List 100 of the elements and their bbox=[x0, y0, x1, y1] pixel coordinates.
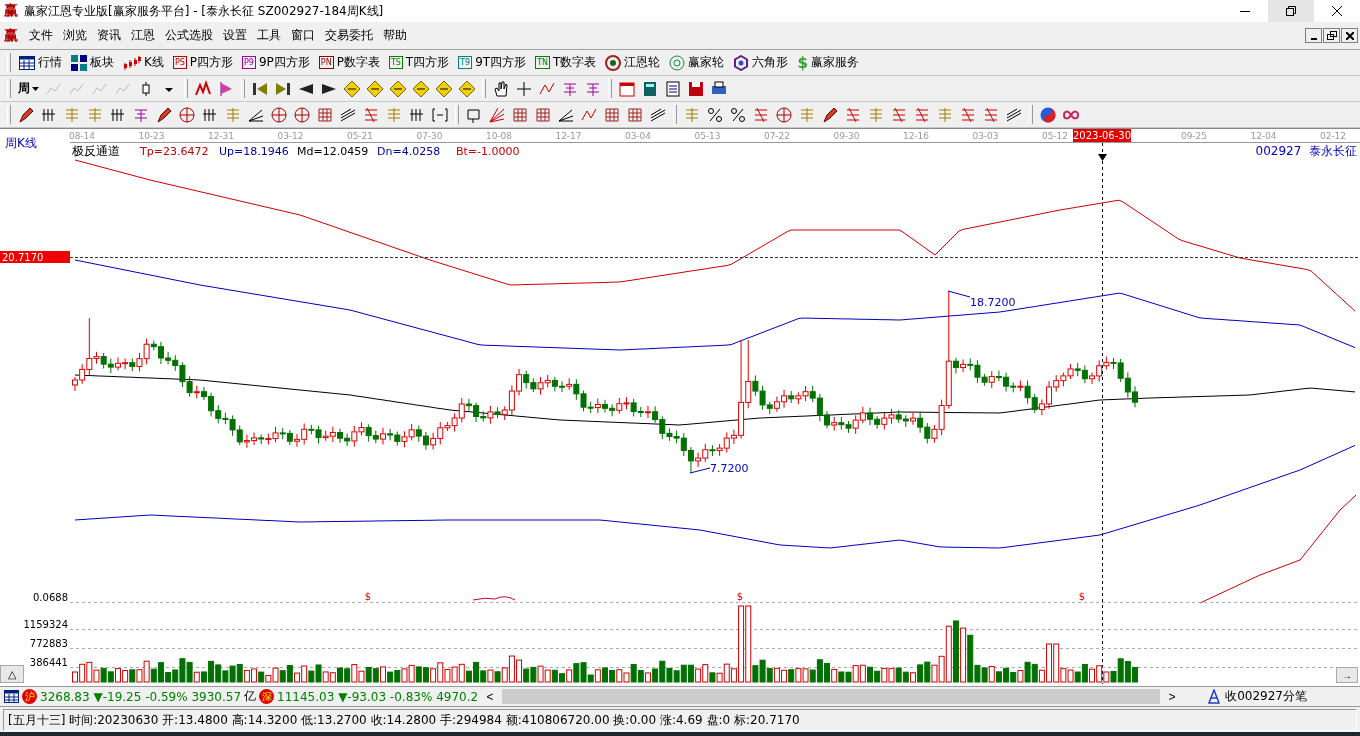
wheel-icon bbox=[669, 54, 686, 71]
toolbar-button[interactable]: TS T四方形 bbox=[384, 51, 454, 74]
menu-item[interactable]: 设置 bbox=[218, 27, 252, 44]
restore-icon bbox=[1286, 6, 1296, 16]
striped-lines-icon[interactable] bbox=[844, 105, 862, 124]
pen-icon[interactable] bbox=[155, 105, 173, 124]
indicator-value: Md=12.0459 bbox=[297, 145, 369, 158]
menu-item[interactable]: 资讯 bbox=[92, 27, 126, 44]
panel-label: 周K线 bbox=[5, 136, 37, 150]
diamond-arrow-icon[interactable] bbox=[366, 79, 384, 98]
grid-icon[interactable] bbox=[626, 105, 644, 124]
date-label: 10-08 bbox=[485, 131, 513, 141]
striped-lines-icon[interactable] bbox=[890, 105, 908, 124]
diamond-arrow-icon[interactable] bbox=[435, 79, 453, 98]
scrollbar-track[interactable] bbox=[502, 689, 1161, 704]
hand-icon[interactable] bbox=[492, 79, 510, 98]
menu-item[interactable]: 浏览 bbox=[58, 27, 92, 44]
menu-item[interactable]: 交易委托 bbox=[320, 27, 378, 44]
date-label: 07-22 bbox=[763, 131, 791, 141]
diamond-arrow-icon[interactable] bbox=[412, 79, 430, 98]
menu-item[interactable]: 江恩 bbox=[126, 27, 160, 44]
toolbar-button[interactable]: K线 bbox=[119, 51, 168, 74]
grid-icon[interactable] bbox=[316, 105, 334, 124]
close-button[interactable] bbox=[1341, 28, 1358, 43]
date-label: 09-25 bbox=[1180, 131, 1208, 141]
bracket-icon[interactable] bbox=[431, 105, 449, 124]
yin-yang-icon[interactable] bbox=[1039, 105, 1057, 124]
pen-icon[interactable] bbox=[821, 105, 839, 124]
percent-icon[interactable] bbox=[729, 105, 747, 124]
calendar-icon[interactable] bbox=[618, 79, 636, 98]
toolbar-button[interactable]: PN P数字表 bbox=[314, 51, 384, 74]
price-marker: 20.7170 bbox=[0, 251, 70, 263]
menu-item[interactable]: 文件 bbox=[24, 27, 58, 44]
blocks-icon bbox=[71, 54, 87, 71]
period-dropdown[interactable]: 周 bbox=[15, 80, 42, 97]
diamond-arrow-icon[interactable] bbox=[389, 79, 407, 98]
toolbar-button[interactable]: TN T数字表 bbox=[531, 51, 601, 74]
signal-mark: $ bbox=[1078, 591, 1086, 602]
grid-icon[interactable] bbox=[511, 105, 529, 124]
cursor-arrow-icon bbox=[1098, 154, 1107, 161]
date-label: 03-12 bbox=[277, 131, 304, 141]
signal-curve bbox=[472, 596, 516, 601]
candles-icon bbox=[123, 54, 141, 71]
chart-icon[interactable] bbox=[194, 79, 212, 98]
menu-item[interactable]: 工具 bbox=[252, 27, 286, 44]
striped-lines-icon[interactable] bbox=[982, 105, 1000, 124]
circle-cross-icon[interactable] bbox=[293, 105, 311, 124]
grid-icon[interactable] bbox=[603, 105, 621, 124]
restore-button[interactable] bbox=[1268, 0, 1314, 22]
signal-mark: $ bbox=[736, 591, 744, 602]
circle-cross-icon[interactable] bbox=[775, 105, 793, 124]
grid-icon[interactable] bbox=[534, 105, 552, 124]
date-label: 12-17 bbox=[555, 131, 582, 141]
volume-axis-label: 1159324 bbox=[23, 619, 68, 630]
restore-button[interactable] bbox=[1323, 28, 1340, 43]
scroll-button[interactable]: → bbox=[1336, 667, 1358, 683]
fan-icon[interactable] bbox=[488, 105, 506, 124]
toolbar-button[interactable]: PS P四方形 bbox=[168, 51, 238, 74]
code-badge: P9 bbox=[242, 56, 256, 69]
document-icon[interactable] bbox=[664, 79, 682, 98]
diamond-arrow-icon[interactable] bbox=[458, 79, 476, 98]
toolbar-button[interactable]: 板块 bbox=[67, 51, 118, 74]
code-badge: PS bbox=[172, 56, 187, 69]
striped-lines-icon[interactable] bbox=[913, 105, 931, 124]
crosshair-icon[interactable] bbox=[515, 79, 533, 98]
circle-cross-icon[interactable] bbox=[178, 105, 196, 124]
pen-icon[interactable] bbox=[17, 105, 35, 124]
table-icon bbox=[19, 55, 35, 70]
calendar-icon[interactable] bbox=[4, 690, 19, 703]
stock-label: 002927 泰永长征 bbox=[1255, 144, 1357, 158]
toolbar-button[interactable]: 行情 bbox=[15, 51, 66, 74]
date-label: 10-23 bbox=[138, 131, 165, 141]
toolbar-button[interactable]: $ 赢家服务 bbox=[793, 51, 863, 74]
indicator-value: Tp=23.6472 bbox=[140, 145, 209, 158]
date-label: 03-03 bbox=[972, 131, 999, 141]
collapse-button[interactable]: △ bbox=[0, 665, 24, 683]
leader-line bbox=[947, 290, 971, 298]
striped-lines-icon[interactable] bbox=[959, 105, 977, 124]
toolbar-button[interactable]: 赢家轮 bbox=[665, 51, 729, 74]
hexagon-icon bbox=[733, 54, 750, 71]
calculator-icon[interactable] bbox=[641, 79, 659, 98]
circle-cross-icon[interactable] bbox=[270, 105, 288, 124]
menu-item[interactable]: 公式选股 bbox=[160, 27, 218, 44]
striped-lines-icon[interactable] bbox=[752, 105, 770, 124]
tick-data-link[interactable]: 收002927分笔 bbox=[1225, 688, 1307, 705]
close-icon bbox=[1332, 6, 1342, 16]
minimize-button[interactable] bbox=[1305, 28, 1322, 43]
code-badge: TN bbox=[535, 56, 551, 69]
toolbar-button[interactable]: 六角形 bbox=[729, 51, 793, 74]
date-label: 05-13 bbox=[694, 131, 721, 141]
market-badge: 沪 bbox=[22, 689, 37, 704]
toolbar-button[interactable]: P9 9P四方形 bbox=[238, 51, 314, 74]
toolbar-button[interactable]: 江恩轮 bbox=[601, 51, 665, 74]
indicator-value: Bt=-1.0000 bbox=[456, 145, 520, 158]
menu-item[interactable]: 窗口 bbox=[286, 27, 320, 44]
percent-icon[interactable] bbox=[706, 105, 724, 124]
toolbar-button[interactable]: T9 9T四方形 bbox=[454, 51, 531, 74]
striped-lines-icon[interactable] bbox=[362, 105, 380, 124]
menu-item[interactable]: 帮助 bbox=[378, 27, 412, 44]
diamond-arrow-icon[interactable] bbox=[343, 79, 361, 98]
